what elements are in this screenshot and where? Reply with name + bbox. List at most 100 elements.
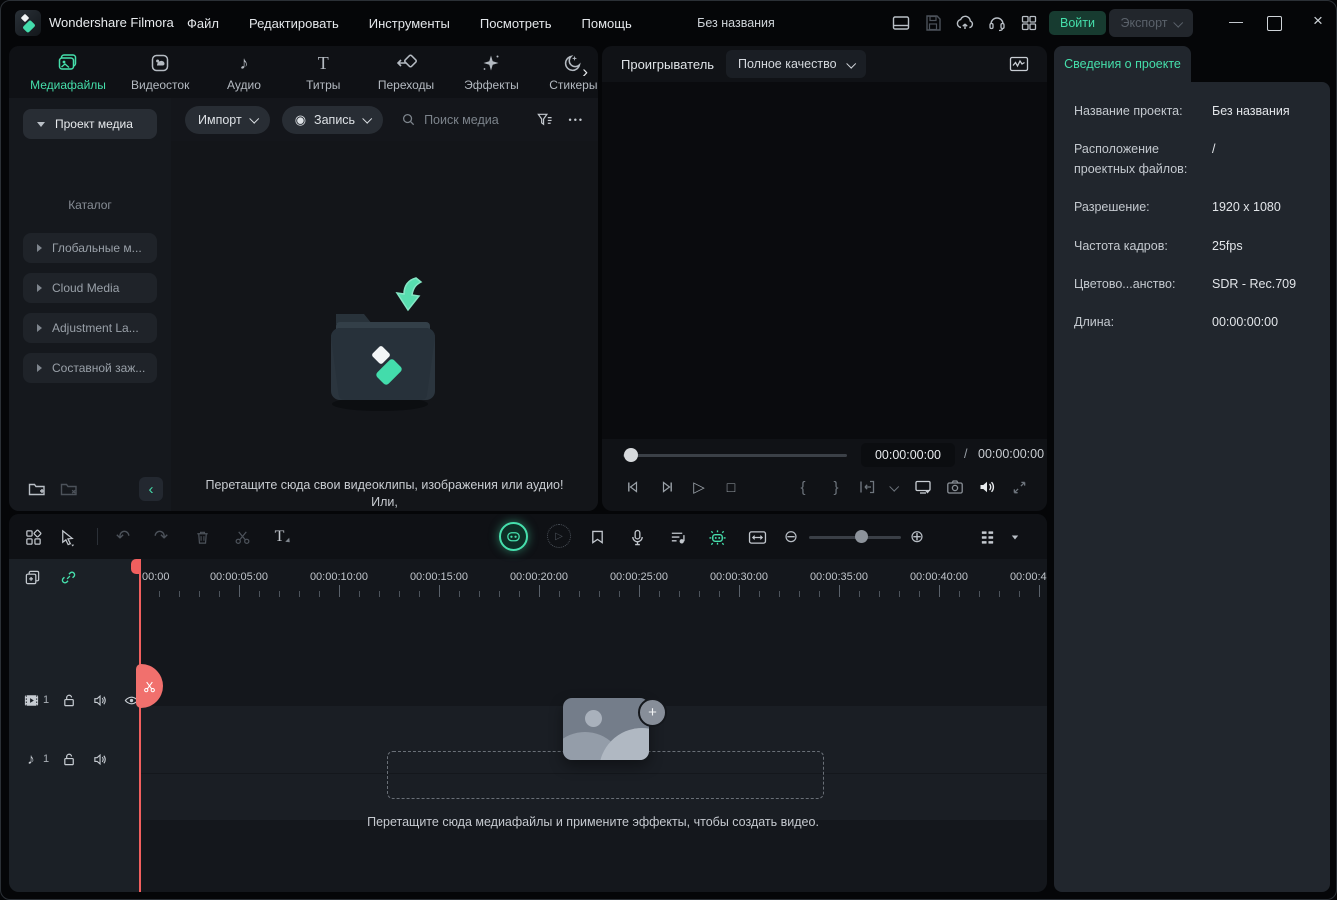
- search-icon: [401, 112, 416, 127]
- trim-button[interactable]: [858, 478, 876, 496]
- video-lock-icon[interactable]: [60, 691, 78, 709]
- trim-dropdown-chevron[interactable]: [884, 478, 902, 496]
- audio-mixer-button[interactable]: [667, 527, 687, 547]
- delete-folder-icon[interactable]: [59, 479, 79, 499]
- tabs-overflow-arrow[interactable]: ›: [582, 62, 588, 82]
- mark-out-button[interactable]: }: [827, 478, 845, 496]
- video-preview[interactable]: [602, 82, 1047, 439]
- video-mute-icon[interactable]: [91, 691, 109, 709]
- tab-effects[interactable]: Эффекты: [464, 52, 519, 92]
- menu-tools[interactable]: Инструменты: [369, 16, 450, 31]
- cloud-upload-icon[interactable]: [955, 13, 975, 33]
- audio-track-icon: ♪: [27, 750, 35, 768]
- tab-label: Эффекты: [464, 78, 519, 92]
- support-headset-icon[interactable]: [987, 13, 1007, 33]
- add-track-icon[interactable]: [23, 568, 41, 586]
- stickers-icon: [562, 52, 584, 74]
- play-button[interactable]: ▷: [690, 478, 708, 496]
- track-manager-button[interactable]: [977, 527, 997, 547]
- marker-button[interactable]: [587, 527, 607, 547]
- track-manager-chevron[interactable]: [1005, 527, 1025, 547]
- voiceover-mic-button[interactable]: [627, 527, 647, 547]
- next-frame-button[interactable]: [658, 478, 676, 496]
- playhead-scissors-badge[interactable]: [136, 664, 163, 708]
- scrubber-knob[interactable]: [624, 448, 638, 462]
- volume-button[interactable]: [978, 478, 996, 496]
- ai-copilot-button[interactable]: [499, 522, 528, 551]
- play-on-monitor-button[interactable]: [914, 478, 932, 496]
- tab-media-files[interactable]: Медиафайлы: [30, 52, 106, 92]
- filter-icon[interactable]: [536, 111, 553, 128]
- close-button[interactable]: ×: [1307, 11, 1329, 31]
- render-preview-icon[interactable]: [1008, 53, 1030, 75]
- smart-cut-button[interactable]: [707, 527, 727, 547]
- import-folder-illustration[interactable]: [298, 266, 468, 416]
- apps-grid-icon[interactable]: [1019, 13, 1039, 33]
- info-value: 00:00:00:00: [1212, 315, 1279, 330]
- quality-dropdown[interactable]: Полное качество: [726, 50, 866, 78]
- tab-stock-media[interactable]: Видеосток: [131, 52, 189, 92]
- maximize-button[interactable]: [1267, 16, 1282, 31]
- redo-icon[interactable]: ↷: [151, 527, 171, 547]
- add-media-plus-icon[interactable]: +: [638, 698, 667, 727]
- preview-render-button[interactable]: ▷: [547, 524, 571, 548]
- minimize-button[interactable]: —: [1225, 13, 1247, 29]
- layout-icon[interactable]: [891, 13, 911, 33]
- sidebar-item-compound-clip[interactable]: Составной заж...: [23, 353, 157, 383]
- previous-frame-button[interactable]: [624, 478, 642, 496]
- timeline-zoom-handle[interactable]: [855, 530, 868, 543]
- collapse-sidebar-button[interactable]: ‹: [139, 477, 163, 501]
- player-bar: Проигрыватель Полное качество: [602, 46, 1047, 82]
- empty-state-line2: Или,: [371, 495, 398, 509]
- menu-help[interactable]: Помощь: [582, 16, 632, 31]
- undo-icon[interactable]: ↶: [113, 527, 133, 547]
- tab-label: Стикеры: [549, 78, 598, 92]
- empty-state-line1: Перетащите сюда свои видеоклипы, изображ…: [205, 478, 564, 492]
- sidebar-item-adjustment-layer[interactable]: Adjustment La...: [23, 313, 157, 343]
- menu-view[interactable]: Посмотреть: [480, 16, 552, 31]
- ruler-label: 00:00: [142, 571, 170, 583]
- add-text-tool[interactable]: T: [273, 527, 293, 547]
- info-row-framerate: Частота кадров: 25fps: [1074, 237, 1312, 256]
- scrubber-track[interactable]: [623, 454, 847, 457]
- save-icon[interactable]: [923, 13, 943, 33]
- menubar: Файл Редактировать Инструменты Посмотрет…: [187, 1, 632, 45]
- menu-edit[interactable]: Редактировать: [249, 16, 339, 31]
- tab-audio[interactable]: ♪ Аудио: [219, 52, 268, 92]
- import-button[interactable]: Импорт: [185, 105, 270, 134]
- auto-ripple-link-icon[interactable]: [59, 568, 77, 586]
- tab-transitions[interactable]: Переходы: [378, 52, 434, 92]
- document-title: Без названия: [697, 16, 775, 30]
- stop-button[interactable]: □: [722, 478, 740, 496]
- menu-file[interactable]: Файл: [187, 16, 219, 31]
- sidebar-item-project-media[interactable]: Проект медиа: [23, 109, 157, 139]
- media-search[interactable]: Поиск медиа: [401, 112, 523, 127]
- fullscreen-button[interactable]: [1010, 478, 1028, 496]
- sidebar-item-cloud-media[interactable]: Cloud Media: [23, 273, 157, 303]
- zoom-in-button[interactable]: ⊕: [907, 527, 927, 547]
- sidebar-item-global-media[interactable]: Глобальные м...: [23, 233, 157, 263]
- record-button[interactable]: ◉ Запись: [281, 105, 384, 134]
- tab-stickers[interactable]: Стикеры: [549, 52, 598, 92]
- ruler-label: 00:00:25:00: [609, 571, 669, 583]
- zoom-out-button[interactable]: ⊖: [781, 527, 801, 547]
- login-button[interactable]: Войти: [1049, 11, 1106, 35]
- tab-project-info[interactable]: Сведения о проекте: [1054, 46, 1191, 82]
- playhead-line[interactable]: [139, 559, 141, 892]
- mark-in-button[interactable]: {: [794, 478, 812, 496]
- fit-timeline-button[interactable]: [747, 527, 767, 547]
- add-folder-icon[interactable]: [27, 479, 47, 499]
- delete-icon[interactable]: [192, 527, 212, 547]
- current-time[interactable]: 00:00:00:00: [861, 443, 955, 467]
- shortcut-grid-icon[interactable]: [23, 527, 43, 547]
- select-cursor-icon[interactable]: [57, 527, 77, 547]
- audio-mute-icon[interactable]: [91, 750, 109, 768]
- export-button[interactable]: Экспорт: [1109, 9, 1193, 37]
- audio-lock-icon[interactable]: [60, 750, 78, 768]
- split-scissors-icon[interactable]: [232, 527, 252, 547]
- tab-titles[interactable]: T Титры: [299, 52, 348, 92]
- snapshot-camera-button[interactable]: [946, 478, 964, 496]
- ruler-label: 00:00:20:00: [509, 571, 569, 583]
- info-row-location: Расположение проектных файлов: /: [1074, 140, 1312, 179]
- more-options-icon[interactable]: •••: [569, 115, 584, 125]
